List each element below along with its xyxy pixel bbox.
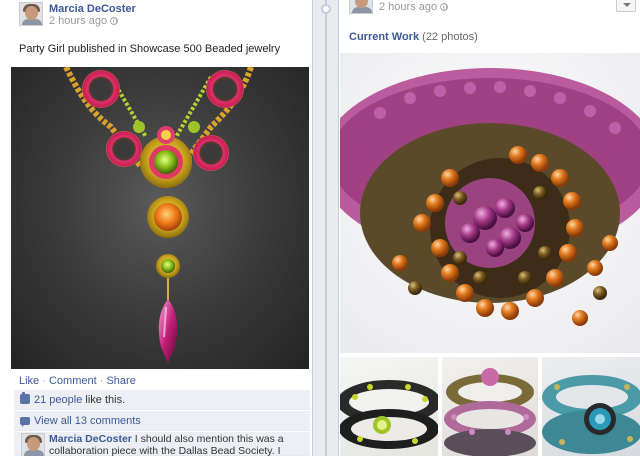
- thumbnail-image: [444, 368, 536, 456]
- view-comments-row[interactable]: View all 13 comments: [14, 411, 310, 431]
- post-timestamp[interactable]: 2 hours ago: [49, 15, 119, 27]
- necklace-image: [63, 67, 254, 363]
- chevron-down-icon[interactable]: [616, 0, 636, 12]
- post-text: Party Girl published in Showcase 500 Bea…: [19, 43, 281, 55]
- album-thumbnail[interactable]: [442, 357, 538, 456]
- commenter-name[interactable]: Marcia DeCoster: [49, 433, 132, 445]
- post-actions: Like · Comment · Share: [19, 375, 136, 387]
- globe-icon: [110, 17, 119, 25]
- commenter-avatar[interactable]: [21, 433, 45, 456]
- comment-body: Marcia DeCoster I should also mention th…: [49, 433, 307, 456]
- timeline-dot: [321, 4, 331, 14]
- comment-icon: [20, 417, 30, 427]
- thumbnail-image: [340, 380, 438, 449]
- view-all-comments-link[interactable]: View all 13 comments: [34, 415, 141, 427]
- comment-item: Marcia DeCoster I should also mention th…: [14, 432, 310, 456]
- thumbnail-image: [542, 375, 640, 454]
- author-avatar[interactable]: [349, 0, 373, 14]
- comment-link[interactable]: Comment: [49, 375, 97, 387]
- author-name[interactable]: Marcia DeCoster: [49, 3, 136, 15]
- action-separator: ·: [99, 375, 104, 387]
- likes-suffix: like this.: [82, 394, 126, 406]
- featured-photo[interactable]: [340, 53, 640, 353]
- share-link[interactable]: Share: [106, 375, 135, 387]
- beaded-bracelet-image: [340, 53, 640, 353]
- post-timestamp[interactable]: 2 hours ago: [379, 1, 449, 13]
- right-story: 2 hours ago Current Work (22 photos): [338, 0, 640, 456]
- timestamp-text[interactable]: 2 hours ago: [49, 15, 107, 27]
- album-thumbnail[interactable]: [542, 357, 640, 456]
- left-story: Marcia DeCoster 2 hours ago Party Girl p…: [0, 0, 313, 456]
- necklace-photo[interactable]: [11, 67, 309, 369]
- album-thumbnail[interactable]: [340, 357, 438, 456]
- like-link[interactable]: Like: [19, 375, 39, 387]
- action-separator: ·: [42, 375, 46, 387]
- timeline-spine: [313, 0, 338, 456]
- author-avatar[interactable]: [19, 2, 43, 26]
- album-photo-count: (22 photos): [422, 31, 478, 43]
- like-icon: [20, 392, 30, 404]
- globe-icon: [440, 3, 449, 11]
- likes-people-link[interactable]: 21 people: [34, 394, 82, 406]
- album-title: Current Work (22 photos): [349, 31, 478, 43]
- timeline-line: [325, 0, 327, 456]
- timestamp-text[interactable]: 2 hours ago: [379, 1, 437, 13]
- likes-row: 21 people like this.: [14, 390, 310, 410]
- album-name-link[interactable]: Current Work: [349, 31, 419, 43]
